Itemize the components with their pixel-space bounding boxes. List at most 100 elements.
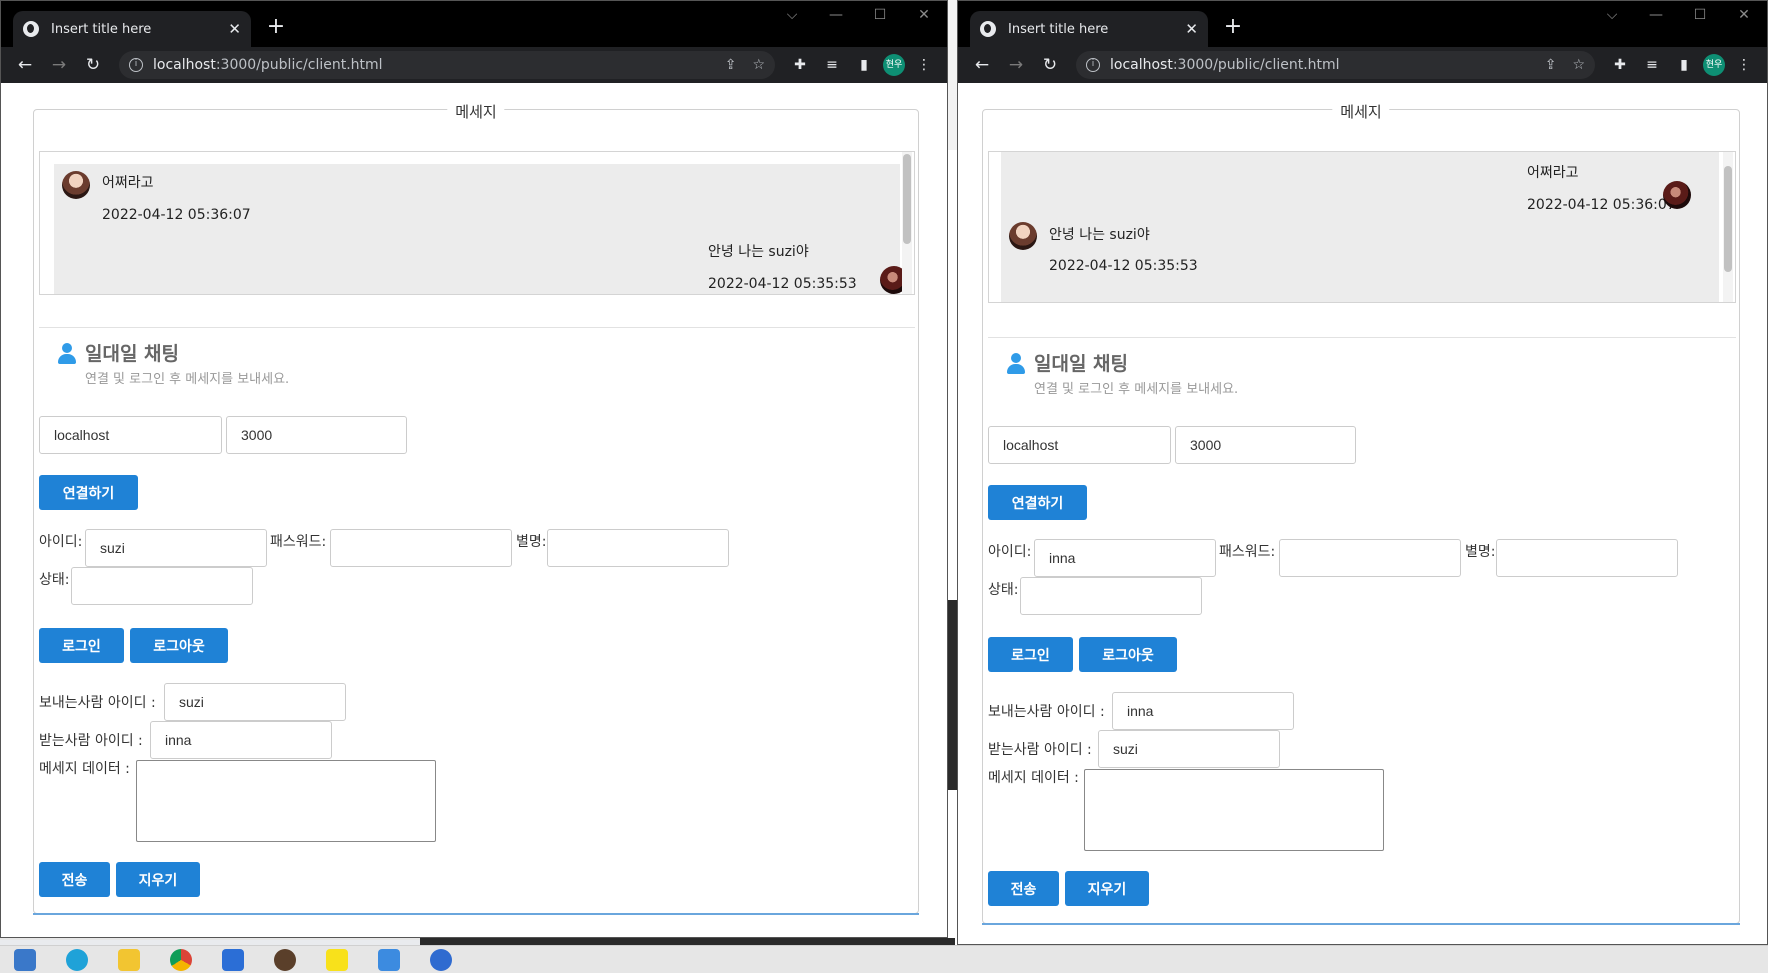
divider [988,337,1736,338]
forward-icon[interactable]: → [1002,55,1030,75]
info-icon[interactable]: i [1086,58,1100,72]
address-bar[interactable]: i localhost :3000/public/client.html ⇪ ☆ [1076,51,1595,79]
browser-toolbar: ← → ↻ i localhost :3000/public/client.ht… [958,47,1767,83]
alias-input[interactable] [1496,539,1678,577]
logout-button[interactable]: 로그아웃 [130,628,228,663]
scrollbar-thumb[interactable] [903,154,911,244]
close-tab-icon[interactable]: ✕ [1185,20,1198,38]
status-input[interactable] [71,567,253,605]
heading-title: 일대일 채팅 [85,343,180,365]
scrollbar-thumb[interactable] [1724,166,1732,272]
connect-button[interactable]: 연결하기 [39,475,138,510]
close-window-button[interactable]: ✕ [911,7,937,23]
profile-avatar[interactable]: 현우 [883,54,905,76]
maximize-button[interactable]: ☐ [1687,7,1713,23]
url-host: localhost [153,57,216,73]
page-content: 메세지 어쩌라고 2022-04-12 05:36:07 안녕 나는 suzi야… [1,83,947,937]
extensions-icon[interactable]: ✚ [1607,57,1633,73]
browser-tab[interactable]: Insert title here ✕ [970,11,1208,47]
side-panel-icon[interactable]: ▮ [1671,57,1697,73]
browser-window-left: Insert title here ✕ + ⌵ — ☐ ✕ ← → ↻ i lo… [0,0,948,938]
send-button[interactable]: 전송 [39,862,110,897]
info-icon[interactable]: i [129,58,143,72]
close-window-button[interactable]: ✕ [1731,7,1757,23]
chat-messages: 어쩌라고 2022-04-12 05:36:07 안녕 나는 suzi야 202… [1001,152,1719,302]
login-button[interactable]: 로그인 [39,628,124,663]
app-icon[interactable] [274,948,296,971]
message-text: 어쩌라고 [1527,165,1579,181]
tab-search-icon[interactable]: ⌵ [779,7,805,23]
chat-heading: 일대일 채팅 연결 및 로그인 후 메세지를 보내세요. [57,339,289,387]
page-content: 메세지 어쩌라고 2022-04-12 05:36:07 안녕 나는 suzi야… [958,83,1767,944]
sender-input[interactable] [164,683,346,721]
browser-window-right: Insert title here ✕ + ⌵ — ☐ ✕ ← → ↻ i lo… [957,0,1768,945]
status-input[interactable] [1020,577,1202,615]
share-icon[interactable]: ⇪ [725,57,737,73]
back-icon[interactable]: ← [968,55,996,75]
message-textarea[interactable] [1084,769,1384,851]
settings-icon[interactable] [222,948,244,971]
side-panel-icon[interactable]: ▮ [851,57,877,73]
search-icon[interactable] [14,948,36,971]
chat-scrollbar[interactable] [902,152,912,294]
status-label: 상태: [39,572,70,588]
address-bar[interactable]: i localhost :3000/public/client.html ⇪ ☆ [119,51,775,79]
app-icon[interactable] [430,948,452,971]
message-textarea[interactable] [136,760,436,842]
menu-icon[interactable]: ⋮ [1731,57,1757,73]
star-icon[interactable]: ☆ [752,57,765,73]
windows-taskbar [0,945,1768,973]
host-input[interactable] [39,416,222,454]
receiver-label: 받는사람 아이디 : [988,742,1092,758]
profile-avatar[interactable]: 현우 [1703,54,1725,76]
close-tab-icon[interactable]: ✕ [228,20,241,38]
message-label: 메세지 데이터 : [988,770,1079,786]
message-time: 2022-04-12 05:35:53 [708,276,857,292]
clear-button[interactable]: 지우기 [1065,871,1149,906]
reload-icon[interactable]: ↻ [1036,55,1064,75]
tab-search-icon[interactable]: ⌵ [1599,7,1625,23]
chat-scrollbar[interactable] [1723,152,1733,302]
receiver-input[interactable] [150,721,332,759]
edge-icon[interactable] [66,948,88,971]
kakaotalk-icon[interactable] [326,948,348,971]
connect-button[interactable]: 연결하기 [988,485,1087,520]
id-input[interactable] [1034,539,1216,577]
password-input[interactable] [330,529,512,567]
media-icon[interactable]: ≡ [1639,57,1665,73]
port-input[interactable] [1175,426,1356,464]
new-tab-button[interactable]: + [1220,14,1246,40]
sender-input[interactable] [1112,692,1294,730]
clear-button[interactable]: 지우기 [116,862,200,897]
star-icon[interactable]: ☆ [1572,57,1585,73]
menu-icon[interactable]: ⋮ [911,57,937,73]
share-icon[interactable]: ⇪ [1545,57,1557,73]
login-button[interactable]: 로그인 [988,637,1073,672]
reload-icon[interactable]: ↻ [79,55,107,75]
media-icon[interactable]: ≡ [819,57,845,73]
maximize-button[interactable]: ☐ [867,7,893,23]
minimize-button[interactable]: — [823,7,849,23]
extensions-icon[interactable]: ✚ [787,57,813,73]
id-input[interactable] [85,529,267,567]
port-input[interactable] [226,416,407,454]
tab-title: Insert title here [1008,21,1109,37]
title-bar: Insert title here ✕ + ⌵ — ☐ ✕ [958,1,1767,47]
id-label: 아이디: [39,534,83,550]
logout-button[interactable]: 로그아웃 [1079,637,1177,672]
chrome-icon[interactable] [170,948,192,971]
back-icon[interactable]: ← [11,55,39,75]
receiver-input[interactable] [1098,730,1280,768]
alias-input[interactable] [547,529,729,567]
photos-icon[interactable] [378,948,400,971]
new-tab-button[interactable]: + [263,14,289,40]
fieldset-bottom-border [982,923,1740,925]
browser-tab[interactable]: Insert title here ✕ [13,11,251,47]
host-input[interactable] [988,426,1171,464]
file-explorer-icon[interactable] [118,948,140,971]
tab-title: Insert title here [51,21,152,37]
password-input[interactable] [1279,539,1461,577]
minimize-button[interactable]: — [1643,7,1669,23]
send-button[interactable]: 전송 [988,871,1059,906]
forward-icon[interactable]: → [45,55,73,75]
